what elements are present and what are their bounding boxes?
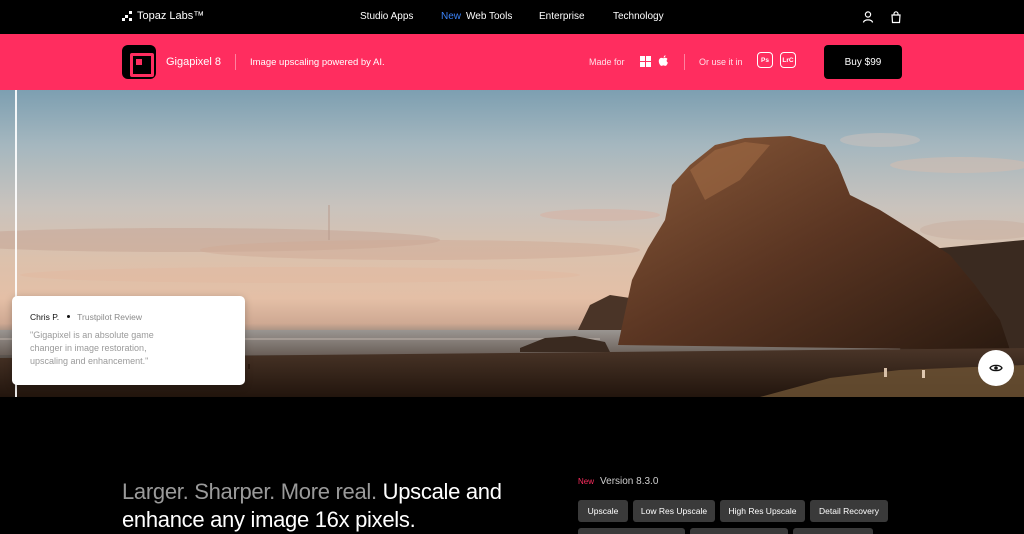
user-icon[interactable]: [861, 10, 875, 24]
chip-partial[interactable]: [578, 528, 685, 534]
product-bar: Gigapixel 8 Image upscaling powered by A…: [0, 34, 1024, 90]
lightroom-plugin-badge[interactable]: LrC: [780, 52, 796, 68]
shopping-bag-icon[interactable]: [889, 10, 903, 24]
product-tagline: Image upscaling powered by AI.: [250, 57, 385, 68]
version-info: New Version 8.3.0: [578, 476, 658, 487]
nav-studio-apps[interactable]: Studio Apps: [360, 11, 413, 22]
review-header: Chris P. Trustpilot Review: [30, 312, 142, 322]
chip-upscale[interactable]: Upscale: [578, 500, 628, 522]
version-text: Version 8.3.0: [600, 476, 659, 487]
review-author: Chris P.: [30, 312, 60, 322]
review-source: Trustpilot Review: [77, 312, 143, 322]
nav-web-tools-label: Web Tools: [466, 11, 513, 22]
headline-muted: Larger. Sharper. More real.: [122, 479, 377, 504]
eye-icon: [989, 364, 1003, 372]
chip-low-res-upscale[interactable]: Low Res Upscale: [633, 500, 715, 522]
windows-icon: [640, 56, 651, 67]
divider: [684, 54, 685, 70]
chip-detail-recovery[interactable]: Detail Recovery: [810, 500, 888, 522]
gigapixel-logo[interactable]: [122, 45, 156, 79]
nav-enterprise[interactable]: Enterprise: [539, 11, 585, 22]
product-name: Gigapixel 8: [166, 56, 222, 68]
made-for-label: Made for: [589, 57, 625, 67]
review-card: Chris P. Trustpilot Review "Gigapixel is …: [12, 296, 245, 385]
nav-technology[interactable]: Technology: [613, 11, 664, 22]
nav-web-tools[interactable]: New Web Tools: [441, 11, 512, 22]
divider: [235, 54, 236, 70]
section-headline: Larger. Sharper. More real. Upscale and …: [122, 478, 542, 534]
review-quote: "Gigapixel is an absolute game changer i…: [30, 330, 154, 366]
apple-icon: [658, 55, 668, 66]
chip-high-res-upscale[interactable]: High Res Upscale: [720, 500, 805, 522]
top-navigation: Topaz Labs™ Studio Apps New Web Tools Ent…: [0, 0, 1024, 34]
chip-partial[interactable]: [793, 528, 873, 534]
use-it-in-label: Or use it in: [699, 57, 743, 67]
separator-dot: [67, 315, 71, 318]
buy-button[interactable]: Buy $99: [824, 45, 902, 79]
compare-toggle-button[interactable]: [978, 350, 1014, 386]
new-badge: New: [441, 11, 462, 22]
chip-partial[interactable]: [690, 528, 788, 534]
photoshop-plugin-badge[interactable]: Ps: [757, 52, 773, 68]
version-new-badge: New: [578, 477, 595, 486]
